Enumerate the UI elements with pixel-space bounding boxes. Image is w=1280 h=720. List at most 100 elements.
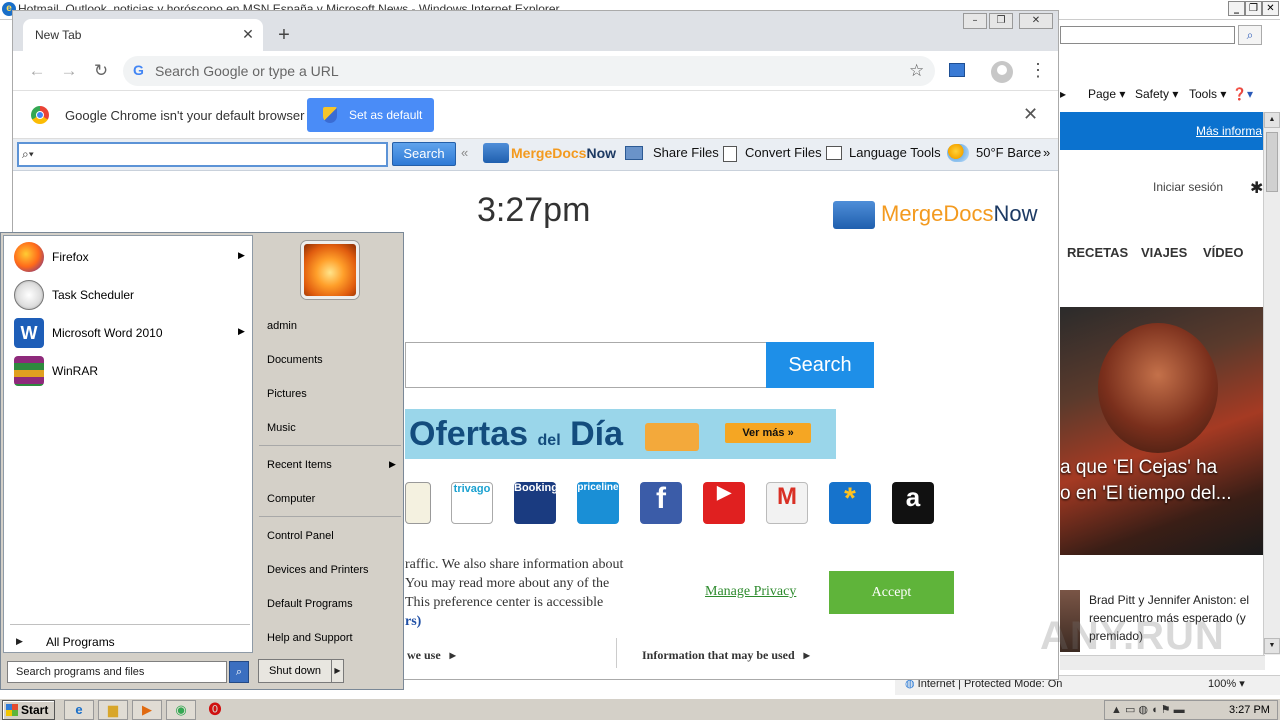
gear-icon[interactable]: ✱ [1250,178,1263,198]
ver-mas-button[interactable]: Ver más » [725,423,811,443]
start-right-computer[interactable]: Computer [259,485,401,513]
chevron-right-icon[interactable]: » [1043,145,1050,160]
chrome-close-button[interactable]: ✕ [1019,13,1053,29]
msn-nav-recetas[interactable]: RECETAS [1067,245,1128,260]
ie-cmd-arrow[interactable]: ▸ [1060,87,1066,101]
start-item-winrar[interactable]: WinRAR [10,354,250,388]
trivago-tile[interactable]: trivago [451,482,493,524]
start-search-placeholder: Search programs and files [16,666,145,678]
profile-avatar-icon[interactable] [991,61,1013,83]
taskbar-chrome-icon[interactable]: ◉ [166,700,196,720]
taskbar-ie-icon[interactable]: e [64,700,94,720]
all-programs-item[interactable]: ▶ All Programs [10,632,250,652]
cookie-line: raffic. We also share information about [405,557,624,572]
amazon-tile[interactable]: a [892,482,934,524]
information-used-section[interactable]: Information that may be used ▸ [642,648,810,663]
booking-tile[interactable]: Booking [514,482,558,524]
ie-restore-button[interactable]: ❐ [1245,1,1262,16]
start-right-control-panel[interactable]: Control Panel [259,522,401,550]
back-icon[interactable]: ← [27,61,47,81]
start-menu-separator [10,624,250,625]
page-search-button[interactable]: Search [766,342,874,388]
chrome-minimize-button[interactable]: – [963,13,987,29]
ie-minimize-button[interactable]: _ [1228,1,1245,16]
forward-icon[interactable]: → [59,61,79,81]
mergedocs-logo-icon [833,201,875,229]
mas-informacion-link[interactable]: Más informa [1196,124,1262,138]
taskbar-explorer-icon[interactable]: ▆ [98,700,128,720]
ofertas-banner[interactable]: Ofertas del Día Ver más » [405,409,836,459]
scroll-thumb[interactable] [1266,132,1278,192]
toolbar-search-input[interactable]: ⌕▾ [17,142,388,167]
accept-cookies-button[interactable]: Accept [829,571,954,614]
shopping-cart-icon [645,423,699,451]
set-as-default-button[interactable]: Set as default [307,98,434,132]
close-tab-icon[interactable]: ✕ [239,25,257,43]
youtube-tile[interactable]: ▶ [703,482,745,524]
convert-files-link[interactable]: Convert Files [745,145,822,160]
taskbar-stop-icon[interactable]: ⓿ [200,700,230,720]
clock[interactable]: 3:27 PM [1229,704,1270,716]
page-search-input[interactable] [405,342,767,388]
omnibox[interactable]: G Search Google or type a URL ☆ [123,56,935,86]
ie-search-icon[interactable]: ⌕ [1238,25,1262,45]
taskbar-media-player-icon[interactable]: ▶ [132,700,162,720]
walmart-tile[interactable]: * [829,482,871,524]
we-use-section[interactable]: we use ▸ [407,648,456,663]
chrome-menu-icon[interactable]: ⋮ [1029,61,1047,79]
start-item-firefox[interactable]: Firefox ▶ [10,240,250,274]
bookmark-star-icon[interactable]: ☆ [909,61,924,81]
extension-icon[interactable] [949,63,965,77]
search-icon[interactable]: ⌕ [229,661,249,683]
submenu-arrow-icon: ▶ [389,459,396,469]
toolbar-search-button[interactable]: Search [392,142,456,166]
ie-close-button[interactable]: ✕ [1262,1,1279,16]
share-files-link[interactable]: Share Files [653,145,719,160]
ie-vertical-scrollbar[interactable]: ▲ ▼ [1263,112,1280,655]
start-right-recent-items[interactable]: Recent Items ▶ [259,451,401,479]
windows-flag-icon [6,704,18,716]
ie-search-field[interactable] [1060,26,1235,44]
start-right-label: Control Panel [267,530,334,542]
ie-cmd-safety[interactable]: Safety ▾ [1135,87,1178,101]
scroll-up-icon[interactable]: ▲ [1264,112,1280,128]
ie-zoom-level[interactable]: 100% ▾ [1208,677,1245,690]
document-tile-icon[interactable] [405,482,431,524]
msn-headline-card[interactable]: a que 'El Cejas' ha o en 'El tiempo del.… [1060,307,1263,555]
tray-icons[interactable]: ▲ ▭ ◍ ◖ ⚑ ▬ [1111,703,1185,716]
set-as-default-label: Set as default [349,108,423,122]
new-tab-icon[interactable]: + [273,25,295,47]
help-icon[interactable]: ❓▾ [1232,87,1253,101]
gmail-tile[interactable]: M [766,482,808,524]
start-search-input[interactable]: Search programs and files [7,661,227,683]
language-tools-link[interactable]: Language Tools [849,145,941,160]
start-right-music[interactable]: Music [259,414,401,442]
reload-icon[interactable]: ↻ [91,61,111,81]
ie-cmd-page[interactable]: Page ▾ [1088,87,1125,101]
start-button[interactable]: Start [2,700,55,720]
start-right-documents[interactable]: Documents [259,346,401,374]
facebook-tile[interactable]: f [640,482,682,524]
shutdown-options-arrow-icon[interactable]: ▶ [331,659,344,683]
shield-icon [323,107,337,123]
start-right-help-support[interactable]: Help and Support [259,624,401,652]
shut-down-button[interactable]: Shut down [258,659,332,683]
start-right-admin[interactable]: admin [259,312,401,340]
start-right-pictures[interactable]: Pictures [259,380,401,408]
user-picture[interactable] [301,241,359,299]
start-item-word[interactable]: W Microsoft Word 2010 ▶ [10,316,250,350]
msn-nav-viajes[interactable]: VIAJES [1141,245,1187,260]
msn-login-link[interactable]: Iniciar sesión [1153,180,1223,194]
infobar-close-icon[interactable]: ✕ [1023,104,1038,125]
start-item-task-scheduler[interactable]: Task Scheduler [10,278,250,312]
weather-link[interactable]: 50°F Barce [976,145,1041,160]
manage-privacy-link[interactable]: Manage Privacy [705,584,796,600]
msn-nav-video[interactable]: VÍDEO [1203,245,1243,260]
start-right-default-programs[interactable]: Default Programs [259,590,401,618]
start-right-devices-printers[interactable]: Devices and Printers [259,556,401,584]
tab-new-tab[interactable]: New Tab ✕ [23,19,263,51]
mergedocs-toolbar-brand[interactable]: MergeDocsNow [511,145,616,161]
chrome-restore-button[interactable]: ❐ [989,13,1013,29]
priceline-tile[interactable]: priceline [577,482,619,524]
ie-cmd-tools[interactable]: Tools ▾ [1189,87,1226,101]
